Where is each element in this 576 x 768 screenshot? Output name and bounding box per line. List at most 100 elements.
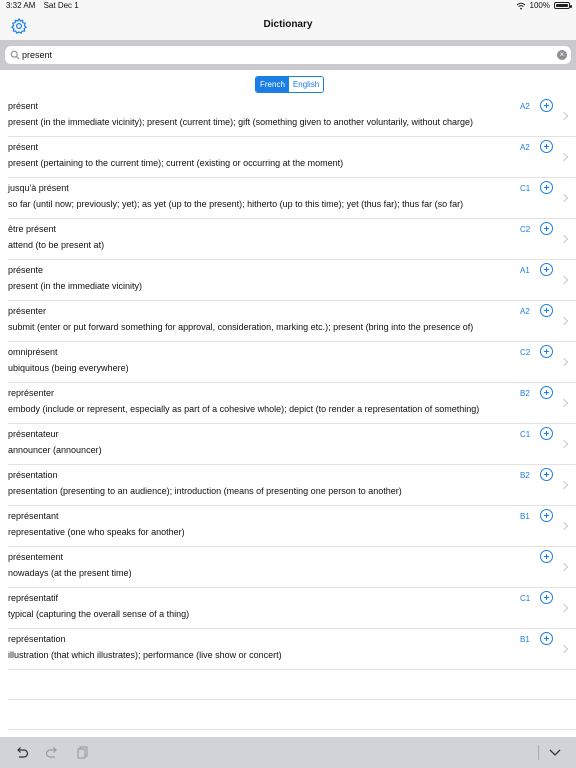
chevron-right-icon	[559, 152, 569, 162]
search-bar: ×	[0, 40, 576, 70]
add-circle-icon[interactable]	[540, 345, 553, 358]
entry-level: C1	[520, 594, 531, 603]
list-item[interactable]: représenter embody (include or represent…	[8, 383, 576, 424]
entry-word: présentement	[8, 552, 64, 562]
undo-icon[interactable]	[14, 744, 30, 760]
entry-word: représentatif	[8, 593, 59, 603]
list-item[interactable]: représentant representative (one who spe…	[8, 506, 576, 547]
chevron-right-icon	[559, 603, 569, 613]
entry-level: B1	[520, 512, 530, 521]
chevron-right-icon	[559, 357, 569, 367]
entry-word: représentation	[8, 634, 66, 644]
chevron-right-icon	[559, 644, 569, 654]
empty-row	[8, 670, 576, 700]
list-item[interactable]: être présent attend (to be present at) C…	[8, 219, 576, 260]
entry-definition: typical (capturing the overall sense of …	[8, 609, 190, 619]
list-item[interactable]: représentation illustration (that which …	[8, 629, 576, 670]
entry-word: présent	[8, 142, 39, 152]
page-title: Dictionary	[263, 19, 313, 30]
list-item[interactable]: présent present (pertaining to the curre…	[8, 137, 576, 178]
add-circle-icon[interactable]	[540, 304, 553, 317]
add-circle-icon[interactable]	[540, 222, 553, 235]
wifi-icon	[516, 2, 525, 9]
entry-word: omniprésent	[8, 347, 58, 357]
entry-word: être présent	[8, 224, 57, 234]
segment-french[interactable]: French	[256, 77, 289, 92]
add-circle-icon[interactable]	[540, 509, 553, 522]
list-item[interactable]: jusqu'à présent so far (until now; previ…	[8, 178, 576, 219]
entry-level: A2	[520, 307, 530, 316]
status-left: 3:32 AM Sat Dec 1	[6, 1, 85, 10]
add-circle-icon[interactable]	[540, 591, 553, 604]
chevron-right-icon	[559, 275, 569, 285]
status-date: Sat Dec 1	[43, 1, 79, 10]
battery-icon	[554, 2, 572, 9]
search-input[interactable]	[22, 48, 542, 62]
chevron-right-icon	[559, 521, 569, 531]
entry-word: présenter	[8, 306, 47, 316]
chevron-right-icon	[559, 562, 569, 572]
keyboard-toolbar	[0, 737, 576, 768]
list-item[interactable]: présentement nowadays (at the present ti…	[8, 547, 576, 588]
search-icon	[10, 50, 20, 60]
add-circle-icon[interactable]	[540, 632, 553, 645]
entry-word: jusqu'à présent	[8, 183, 69, 193]
language-toggle: French English	[255, 76, 325, 93]
list-item[interactable]: omniprésent ubiquitous (being everywhere…	[8, 342, 576, 383]
entry-definition: present (in the immediate vicinity); pre…	[8, 117, 474, 127]
list-item[interactable]: présente present (in the immediate vicin…	[8, 260, 576, 301]
entry-definition: attend (to be present at)	[8, 240, 105, 250]
entry-definition: embody (include or represent, especially…	[8, 404, 480, 414]
status-bar: 3:32 AM Sat Dec 1 100%	[0, 0, 576, 12]
status-right: 100%	[516, 1, 572, 10]
list-item[interactable]: présent present (in the immediate vicini…	[8, 96, 576, 137]
list-item[interactable]: présentation presentation (presenting to…	[8, 465, 576, 506]
list-item[interactable]: présentateur announcer (announcer) C1	[8, 424, 576, 465]
entry-level: B1	[520, 635, 530, 644]
add-circle-icon[interactable]	[540, 140, 553, 153]
entry-definition: ubiquitous (being everywhere)	[8, 363, 129, 373]
entry-definition: representative (one who speaks for anoth…	[8, 527, 185, 537]
entry-level: C1	[520, 430, 531, 439]
list-item[interactable]: présenter submit (enter or put forward s…	[8, 301, 576, 342]
entry-definition: present (in the immediate vicinity)	[8, 281, 143, 291]
paste-icon[interactable]	[75, 744, 91, 760]
chevron-right-icon	[559, 111, 569, 121]
entry-word: présente	[8, 265, 44, 275]
add-circle-icon[interactable]	[540, 550, 553, 563]
add-circle-icon[interactable]	[540, 427, 553, 440]
entry-word: présentation	[8, 470, 58, 480]
entry-definition: submit (enter or put forward something f…	[8, 322, 474, 332]
redo-icon[interactable]	[44, 744, 60, 760]
entry-word: représentant	[8, 511, 59, 521]
entry-level: A1	[520, 266, 530, 275]
entry-level: C2	[520, 225, 531, 234]
chevron-right-icon	[559, 480, 569, 490]
empty-row	[8, 700, 576, 730]
chevron-right-icon	[559, 398, 569, 408]
entry-level: A2	[520, 143, 530, 152]
nav-bar: Dictionary	[0, 12, 576, 40]
entry-level: C2	[520, 348, 531, 357]
chevron-down-icon[interactable]	[547, 744, 563, 760]
add-circle-icon[interactable]	[540, 181, 553, 194]
entry-definition: illustration (that which illustrates); p…	[8, 650, 282, 660]
clear-search-icon[interactable]: ×	[557, 50, 567, 60]
entry-word: présentateur	[8, 429, 59, 439]
entry-definition: present (pertaining to the current time)…	[8, 158, 344, 168]
battery-percent: 100%	[529, 1, 550, 10]
chevron-right-icon	[559, 439, 569, 449]
chevron-right-icon	[559, 193, 569, 203]
entry-level: A2	[520, 102, 530, 111]
segment-english[interactable]: English	[288, 77, 324, 92]
add-circle-icon[interactable]	[540, 386, 553, 399]
list-item[interactable]: représentatif typical (capturing the ove…	[8, 588, 576, 629]
add-circle-icon[interactable]	[540, 263, 553, 276]
entry-definition: so far (until now; previously; yet); as …	[8, 199, 464, 209]
add-circle-icon[interactable]	[540, 99, 553, 112]
entry-level: C1	[520, 184, 531, 193]
add-circle-icon[interactable]	[540, 468, 553, 481]
entry-definition: announcer (announcer)	[8, 445, 102, 455]
chevron-right-icon	[559, 316, 569, 326]
entry-word: présent	[8, 101, 39, 111]
